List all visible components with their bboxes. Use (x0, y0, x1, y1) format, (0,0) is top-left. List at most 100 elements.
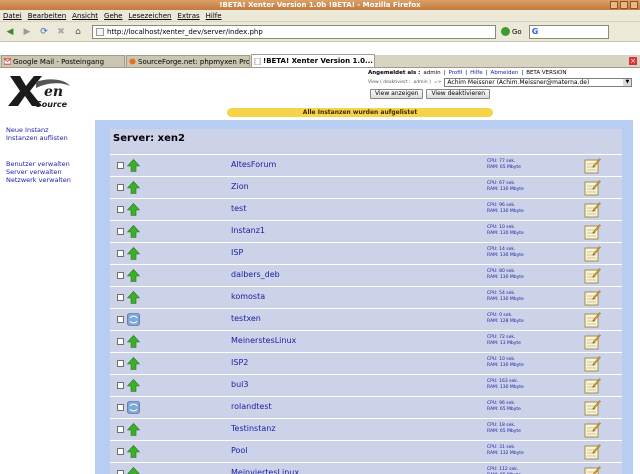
instance-name-link[interactable]: bul3 (231, 380, 248, 389)
instance-name-link[interactable]: ISP2 (231, 358, 248, 367)
running-up-arrow-icon[interactable] (127, 269, 140, 282)
running-up-arrow-icon[interactable] (127, 445, 140, 458)
nav-new-instance[interactable]: Neue Instanz (6, 126, 71, 134)
instance-name-link[interactable]: test (231, 204, 246, 213)
edit-notepad-icon[interactable] (584, 443, 601, 460)
instance-row-MeinerstesLinux: MeinerstesLinux CPU: 72 sek. RAM: 13 Mby… (110, 330, 622, 352)
running-up-arrow-icon[interactable] (127, 467, 140, 474)
minimize-button[interactable] (610, 1, 618, 9)
nav-list-instances[interactable]: Instanzen auflisten (6, 134, 71, 142)
instance-name-link[interactable]: Instanz1 (231, 226, 265, 235)
instance-checkbox[interactable] (117, 360, 124, 367)
instance-checkbox[interactable] (117, 404, 124, 411)
instance-checkbox[interactable] (117, 448, 124, 455)
edit-notepad-icon[interactable] (584, 355, 601, 372)
instance-checkbox[interactable] (117, 184, 124, 191)
instance-name-link[interactable]: Zion (231, 182, 249, 191)
menu-datei[interactable]: Datei (3, 12, 22, 20)
paused-vm-icon[interactable] (127, 401, 140, 414)
instance-name-link[interactable]: Pool (231, 446, 248, 455)
edit-notepad-icon[interactable] (584, 377, 601, 394)
view-user-select[interactable]: Achim Meissner (Achim.Meissner@materna.d… (444, 78, 633, 87)
profile-link[interactable]: Profil (448, 70, 462, 76)
maximize-button[interactable] (620, 1, 628, 9)
server-panel: Server: xen2 AltesForum CPU: 77 sek. RAM… (95, 120, 633, 474)
edit-notepad-icon[interactable] (584, 289, 601, 306)
running-up-arrow-icon[interactable] (127, 203, 140, 216)
instance-checkbox[interactable] (117, 250, 124, 257)
instance-name-link[interactable]: testxen (231, 314, 261, 323)
instance-name-link[interactable]: dalbers_deb (231, 270, 280, 279)
tab-label: !BETA! Xenter Version 1.0... (263, 57, 373, 65)
nav-manage-users[interactable]: Benutzer verwalten (6, 160, 71, 168)
close-window-button[interactable] (630, 1, 638, 9)
edit-notepad-icon[interactable] (584, 245, 601, 262)
show-view-button[interactable]: View anzeigen (370, 89, 424, 99)
running-up-arrow-icon[interactable] (127, 225, 140, 238)
instance-name-link[interactable]: MeinerstesLinux (231, 336, 296, 345)
url-bar[interactable]: http://localhost/xenter_dev/server/index… (92, 24, 496, 39)
menu-extras[interactable]: Extras (178, 12, 200, 20)
close-tab-icon[interactable]: × (629, 57, 637, 65)
edit-notepad-icon[interactable] (584, 201, 601, 218)
instance-name-link[interactable]: AltesForum (231, 160, 276, 169)
running-up-arrow-icon[interactable] (127, 423, 140, 436)
instance-checkbox[interactable] (117, 470, 124, 474)
reload-icon[interactable]: ⟳ (37, 25, 51, 39)
help-link[interactable]: Hilfe (470, 70, 483, 76)
instance-name-link[interactable]: komosta (231, 292, 265, 301)
menu-ansicht[interactable]: Ansicht (72, 12, 98, 20)
edit-notepad-icon[interactable] (584, 311, 601, 328)
instance-checkbox[interactable] (117, 228, 124, 235)
back-arrow-icon[interactable]: ◀ (3, 25, 17, 39)
edit-notepad-icon[interactable] (584, 333, 601, 350)
instance-name-link[interactable]: rolandtest (231, 402, 272, 411)
edit-notepad-icon[interactable] (584, 267, 601, 284)
running-up-arrow-icon[interactable] (127, 247, 140, 260)
disable-view-button[interactable]: View deaktivieren (426, 89, 490, 99)
running-up-arrow-icon[interactable] (127, 181, 140, 194)
instance-row-MeinviertesLinux: MeinviertesLinux CPU: 112 sek. RAM: 65 M… (110, 462, 622, 474)
instance-checkbox[interactable] (117, 294, 124, 301)
instance-name-link[interactable]: Testinstanz (231, 424, 276, 433)
nav-manage-network[interactable]: Netzwerk verwalten (6, 176, 71, 184)
running-up-arrow-icon[interactable] (127, 159, 140, 172)
instance-checkbox[interactable] (117, 162, 124, 169)
instance-checkbox[interactable] (117, 382, 124, 389)
instance-ram: RAM: 65 Mbyte (487, 407, 521, 412)
edit-notepad-icon[interactable] (584, 421, 601, 438)
search-input[interactable]: G (528, 24, 609, 39)
edit-notepad-icon[interactable] (584, 179, 601, 196)
instance-ram: RAM: 130 Mbyte (487, 187, 524, 192)
menu-lesezeichen[interactable]: Lesezeichen (129, 12, 172, 20)
menu-gehe[interactable]: Gehe (104, 12, 122, 20)
running-up-arrow-icon[interactable] (127, 357, 140, 370)
go-button[interactable]: Go (501, 27, 522, 36)
instance-checkbox[interactable] (117, 272, 124, 279)
instance-name-link[interactable]: MeinviertesLinux (231, 468, 299, 474)
tab-xenter[interactable]: !BETA! Xenter Version 1.0... (251, 54, 375, 67)
instance-checkbox[interactable] (117, 338, 124, 345)
running-up-arrow-icon[interactable] (127, 379, 140, 392)
tab-sourceforge[interactable]: SourceForge.net: phpmyxen Proj... (126, 55, 250, 67)
instance-checkbox[interactable] (117, 316, 124, 323)
instance-checkbox[interactable] (117, 426, 124, 433)
running-up-arrow-icon[interactable] (127, 291, 140, 304)
edit-notepad-icon[interactable] (584, 157, 601, 174)
tab-gmail[interactable]: Google Mail - Posteingang (1, 55, 125, 67)
paused-vm-icon[interactable] (127, 313, 140, 326)
stop-icon[interactable]: ✖ (54, 25, 68, 39)
home-icon[interactable]: ⌂ (71, 25, 85, 39)
logout-link[interactable]: Abmelden (490, 70, 518, 76)
edit-notepad-icon[interactable] (584, 399, 601, 416)
instance-ram: RAM: 130 Mbyte (487, 231, 524, 236)
nav-manage-servers[interactable]: Server verwalten (6, 168, 71, 176)
edit-notepad-icon[interactable] (584, 223, 601, 240)
instance-name-link[interactable]: ISP (231, 248, 243, 257)
instance-checkbox[interactable] (117, 206, 124, 213)
menu-hilfe[interactable]: Hilfe (206, 12, 222, 20)
forward-arrow-icon[interactable]: ▶ (20, 25, 34, 39)
menu-bearbeiten[interactable]: Bearbeiten (28, 12, 66, 20)
edit-notepad-icon[interactable] (584, 465, 601, 474)
running-up-arrow-icon[interactable] (127, 335, 140, 348)
